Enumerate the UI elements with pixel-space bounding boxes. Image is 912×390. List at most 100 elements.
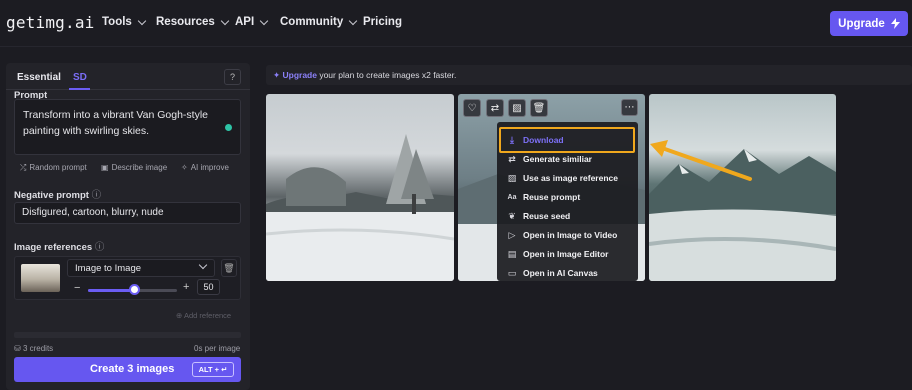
reference-mode-value: Image to Image — [75, 263, 142, 274]
heart-icon[interactable]: ♡ — [463, 99, 481, 117]
image-scan-icon: ▣ — [101, 163, 109, 172]
strength-value-input[interactable]: 50 — [197, 279, 220, 295]
nav-tools[interactable]: Tools — [102, 16, 147, 28]
menu-item-label: Open in AI Canvas — [523, 268, 598, 278]
menu-item-label: Open in Image Editor — [523, 249, 609, 259]
minus-icon[interactable]: − — [74, 282, 80, 294]
prompt-label: Prompt — [14, 90, 48, 99]
negative-prompt-label: Negative prompt ⓘ — [14, 187, 101, 201]
menu-item-ai-canvas[interactable]: ▭ Open in AI Canvas — [507, 264, 598, 282]
help-circle-icon[interactable]: ⓘ — [92, 190, 102, 201]
plus-circle-icon: ⊕ — [176, 311, 184, 320]
ai-improve-button[interactable]: ✧ AI improve — [181, 160, 229, 175]
question-icon[interactable]: ? — [224, 69, 241, 85]
sparkle-icon: ✧ — [181, 163, 188, 172]
menu-item-label: Reuse seed — [523, 211, 571, 221]
chevron-down-icon — [198, 260, 208, 270]
nav-pricing[interactable]: Pricing — [363, 16, 402, 28]
image-add-icon[interactable]: ▨ — [508, 99, 526, 117]
time-per-image: 0s per image — [194, 344, 241, 353]
image-references-label: Image references ⓘ — [14, 239, 104, 253]
reference-mode-select[interactable]: Image to Image — [67, 259, 215, 277]
nav-tools-label: Tools — [102, 16, 132, 28]
credits-text: 3 credits — [22, 344, 54, 353]
coins-icon: ⛁ — [14, 344, 23, 353]
create-button-label: Create 3 images — [90, 363, 175, 375]
shuffle-icon: ⤮ — [20, 162, 27, 172]
random-prompt-button[interactable]: ⤮ Random prompt — [20, 160, 87, 175]
tab-sd[interactable]: SD — [73, 72, 87, 83]
upgrade-banner: ✦ Upgrade your plan to create images x2 … — [266, 65, 912, 85]
describe-image-button[interactable]: ▣ Describe image — [101, 160, 167, 175]
add-reference-label: Add reference — [183, 311, 232, 320]
repeat-icon[interactable]: ⇄ — [486, 99, 504, 117]
reference-thumbnail[interactable] — [21, 264, 60, 292]
menu-item-label: Reuse prompt — [523, 192, 581, 202]
random-prompt-label: Random prompt — [29, 163, 87, 172]
menu-item-reuse-prompt[interactable]: Aa Reuse prompt — [507, 188, 581, 206]
negative-prompt-input[interactable]: Disfigured, cartoon, blurry, nude — [14, 202, 241, 224]
chevron-down-icon — [259, 16, 269, 25]
nav-pricing-label: Pricing — [363, 16, 402, 28]
image-references-label-text: Image references — [14, 242, 93, 253]
upgrade-button[interactable]: Upgrade — [830, 11, 908, 36]
text-icon: Aa — [507, 193, 517, 201]
menu-item-label: Generate similiar — [523, 154, 592, 164]
nav-api-label: API — [235, 16, 255, 28]
menu-item-label: Open in Image to Video — [523, 230, 618, 240]
panel-tabs: Essential SD ? — [6, 63, 250, 90]
nav-api[interactable]: API — [235, 16, 269, 28]
menu-item-label: Use as image reference — [523, 173, 618, 183]
top-nav: getimg.ai Tools Resources API Community … — [0, 0, 912, 47]
settings-panel: Essential SD ? Prompt Transform into a v… — [6, 63, 250, 390]
banner-upgrade-link-text: Upgrade — [282, 70, 317, 80]
refresh-icon: ⇄ — [508, 153, 516, 164]
slider-fill — [88, 289, 135, 292]
trash-icon[interactable]: 🗑 — [530, 99, 548, 117]
winter-landscape-image — [266, 134, 454, 281]
prompt-input[interactable]: Transform into a vibrant Van Gogh-style … — [14, 99, 241, 155]
mountain-landscape-image — [649, 149, 836, 281]
credits-info: ⛁ 3 credits — [14, 344, 53, 353]
nav-resources[interactable]: Resources — [156, 16, 230, 28]
negative-prompt-label-text: Negative prompt — [14, 190, 89, 201]
download-highlight-box — [499, 127, 635, 153]
help-circle-icon[interactable]: ⓘ — [95, 242, 105, 253]
describe-image-label: Describe image — [111, 163, 168, 172]
chevron-down-icon — [220, 16, 230, 25]
image-icon: ▨ — [507, 172, 517, 183]
menu-item-use-as-reference[interactable]: ▨ Use as image reference — [507, 169, 618, 187]
generated-image-3[interactable] — [649, 94, 836, 281]
banner-upgrade-link[interactable]: ✦ Upgrade — [273, 70, 317, 80]
editor-icon: ▤ — [507, 248, 517, 259]
active-tab-indicator — [69, 88, 90, 90]
seed-icon: ❦ — [508, 210, 516, 221]
lightning-icon — [890, 18, 900, 29]
upgrade-button-label: Upgrade — [838, 17, 885, 30]
generated-image-1[interactable] — [266, 94, 454, 281]
tab-essential[interactable]: Essential — [17, 72, 61, 83]
trash-icon[interactable]: 🗑 — [221, 259, 237, 277]
annotation-arrow-icon — [650, 140, 752, 181]
chevron-down-icon — [137, 16, 147, 25]
banner-text: your plan to create images x2 faster. — [316, 70, 457, 80]
logo[interactable]: getimg.ai — [6, 13, 95, 32]
slider-handle[interactable] — [129, 284, 140, 295]
canvas-icon: ▭ — [507, 267, 517, 278]
menu-item-image-editor[interactable]: ▤ Open in Image Editor — [507, 245, 609, 263]
nav-community-label: Community — [280, 16, 344, 28]
keyboard-shortcut: ALT + ↵ — [192, 362, 234, 377]
menu-item-reuse-seed[interactable]: ❦ Reuse seed — [507, 207, 570, 225]
plus-icon[interactable]: + — [183, 281, 189, 293]
add-reference-button[interactable]: ⊕ Add reference — [176, 311, 231, 320]
nav-community[interactable]: Community — [280, 16, 358, 28]
nav-resources-label: Resources — [156, 16, 215, 28]
create-images-button[interactable]: Create 3 images ALT + ↵ — [14, 357, 241, 382]
ai-improve-label: AI improve — [190, 163, 229, 172]
prompt-text: Transform into a vibrant Van Gogh-style … — [23, 109, 208, 137]
divider — [14, 332, 241, 338]
play-icon: ▷ — [508, 229, 516, 240]
more-options-icon[interactable]: ⋯ — [621, 99, 638, 116]
menu-item-image-to-video[interactable]: ▷ Open in Image to Video — [507, 226, 618, 244]
image-reference-card: Image to Image 🗑 − + 50 — [14, 256, 241, 300]
